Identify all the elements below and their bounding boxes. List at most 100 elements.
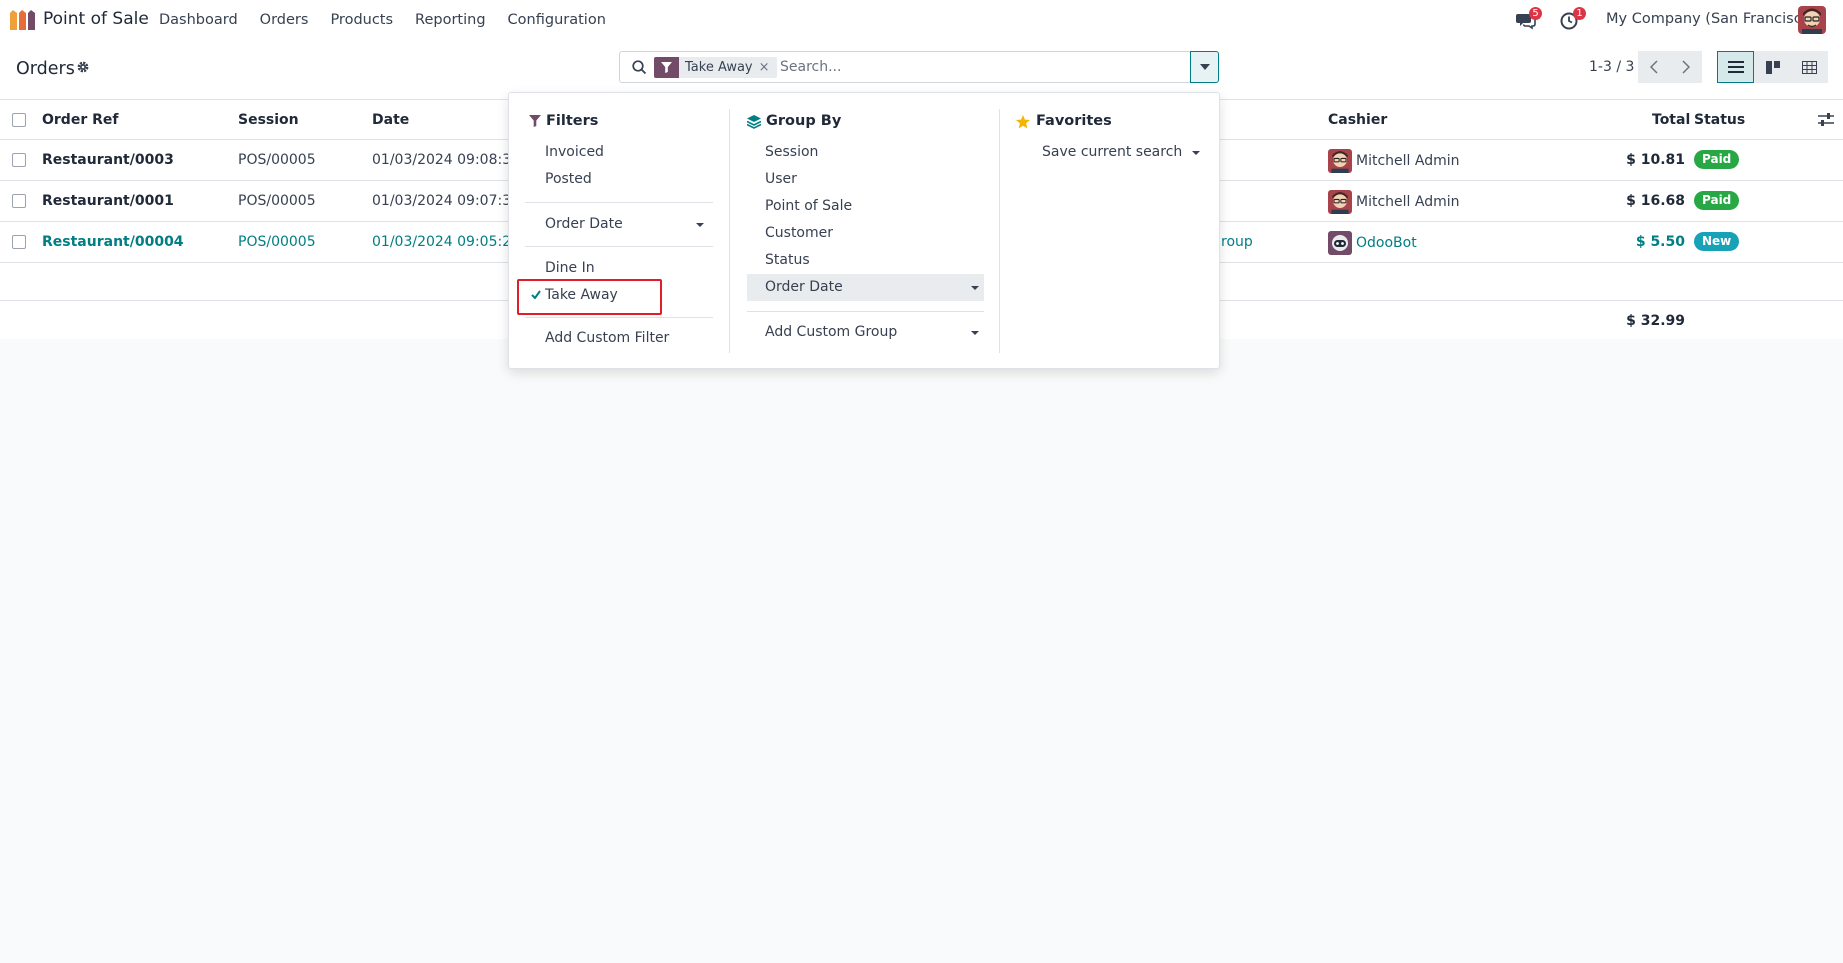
kanban-view-button[interactable] (1754, 51, 1791, 83)
list-view-button[interactable] (1717, 51, 1754, 83)
search-bar: Take Away × (619, 51, 1191, 83)
column-total[interactable]: Total (1652, 112, 1690, 128)
cell-session: POS/00005 (238, 234, 316, 250)
highlight-box (517, 279, 662, 315)
menu-orders[interactable]: Orders (249, 0, 320, 40)
pager-next-button[interactable] (1670, 51, 1702, 83)
filter-icon (654, 57, 679, 78)
favorites-title: Favorites (1016, 113, 1112, 129)
menu-reporting[interactable]: Reporting (404, 0, 497, 40)
row-checkbox[interactable] (12, 153, 26, 167)
filter-icon (529, 115, 541, 127)
odoobot-avatar (1328, 231, 1352, 255)
messages-button[interactable]: 5 (1516, 7, 1542, 30)
filter-dine-in[interactable]: Dine In (545, 255, 595, 282)
list-view-icon (1727, 61, 1744, 73)
cashier-name: Mitchell Admin (1356, 153, 1460, 169)
caret-down-icon (971, 286, 979, 290)
group-by-session[interactable]: Session (765, 139, 818, 166)
cashier-name: Mitchell Admin (1356, 194, 1460, 210)
cell-total: $ 5.50 (1635, 234, 1685, 250)
page-title: Orders (16, 59, 75, 79)
main-menu: Dashboard Orders Products Reporting Conf… (148, 0, 617, 40)
divider (525, 202, 713, 203)
search-input[interactable] (780, 56, 1180, 78)
group-by-customer[interactable]: Customer (765, 220, 833, 247)
column-settings-icon[interactable] (1818, 113, 1834, 127)
cell-session: POS/00005 (238, 193, 316, 209)
save-current-search[interactable]: Save current search (1042, 139, 1182, 166)
user-avatar[interactable] (1798, 6, 1826, 34)
caret-down-icon (1192, 151, 1200, 155)
search-options-toggle[interactable] (1190, 51, 1219, 83)
pivot-view-button[interactable] (1791, 51, 1828, 83)
cell-date: 01/03/2024 09:07:30 (372, 193, 521, 209)
cell-order-ref: Restaurant/0001 (42, 193, 174, 209)
filter-invoiced[interactable]: Invoiced (545, 139, 604, 166)
cell-total: $ 16.68 (1626, 193, 1685, 209)
column-date[interactable]: Date (372, 112, 409, 128)
caret-down-icon (696, 223, 704, 227)
group-by-order-date[interactable]: Order Date (765, 274, 843, 301)
cell-cashier: Mitchell Admin (1328, 149, 1460, 173)
top-navbar: Point of Sale Dashboard Orders Products … (0, 0, 1843, 40)
pager-previous-button[interactable] (1638, 51, 1670, 83)
facet-remove-button[interactable]: × (759, 57, 777, 78)
select-all-checkbox[interactable] (12, 113, 26, 127)
search-icon (632, 60, 647, 75)
cell-date: 01/03/2024 09:08:31 (372, 152, 521, 168)
favorites-title-text: Favorites (1036, 113, 1112, 129)
app-name[interactable]: Point of Sale (43, 9, 149, 29)
filter-order-date[interactable]: Order Date (545, 211, 709, 238)
gear-icon[interactable] (76, 60, 90, 74)
menu-dashboard[interactable]: Dashboard (148, 0, 249, 40)
filter-posted[interactable]: Posted (545, 166, 592, 193)
layers-icon (747, 115, 761, 129)
add-custom-group[interactable]: Add Custom Group (765, 319, 897, 346)
cell-order-ref: Restaurant/0003 (42, 152, 174, 168)
company-switcher[interactable]: My Company (San Francisco) (1606, 11, 1816, 27)
group-by-title: Group By (747, 113, 841, 129)
facet-label: Take Away (685, 60, 753, 75)
status-badge: Paid (1694, 150, 1740, 169)
star-icon (1016, 115, 1030, 129)
column-session[interactable]: Session (238, 112, 299, 128)
cashier-avatar (1328, 149, 1352, 173)
divider (525, 317, 713, 318)
row-checkbox[interactable] (12, 235, 26, 249)
divider (525, 246, 713, 247)
kanban-view-icon (1765, 60, 1780, 74)
group-by-column: Group By Session User Point of Sale Cust… (730, 93, 1006, 370)
cell-date: 01/03/2024 09:05:26 (372, 234, 521, 250)
status-badge: Paid (1694, 191, 1740, 210)
filters-column: Filters Invoiced Posted Order Date Dine … (509, 93, 729, 370)
pager-value[interactable]: 1-3 / 3 (1589, 59, 1634, 75)
chevron-right-icon (1682, 60, 1690, 74)
chevron-left-icon (1650, 60, 1658, 74)
add-custom-filter[interactable]: Add Custom Filter (545, 325, 669, 352)
cell-total: $ 10.81 (1626, 152, 1685, 168)
search-facet-take-away: Take Away × (654, 57, 777, 78)
activities-button[interactable]: 1 (1560, 7, 1586, 30)
cell-order-ref: Restaurant/00004 (42, 234, 184, 250)
row-checkbox[interactable] (12, 194, 26, 208)
caret-down-icon (1199, 64, 1210, 70)
group-by-user[interactable]: User (765, 166, 797, 193)
favorites-column: Favorites Save current search (1000, 93, 1220, 370)
cell-cashier: OdooBot (1328, 231, 1417, 255)
messages-badge: 5 (1529, 7, 1542, 20)
status-badge: New (1694, 232, 1740, 251)
grand-total: $ 32.99 (1626, 313, 1685, 329)
group-by-status[interactable]: Status (765, 247, 810, 274)
group-by-point-of-sale[interactable]: Point of Sale (765, 193, 852, 220)
cell-partial-text: roup (1221, 234, 1253, 250)
divider (747, 311, 984, 312)
menu-products[interactable]: Products (319, 0, 404, 40)
menu-configuration[interactable]: Configuration (497, 0, 617, 40)
column-cashier[interactable]: Cashier (1328, 112, 1387, 128)
pos-app-icon[interactable] (10, 10, 36, 30)
column-status[interactable]: Status (1694, 112, 1745, 128)
cell-cashier: Mitchell Admin (1328, 190, 1460, 214)
column-order-ref[interactable]: Order Ref (42, 112, 118, 128)
filter-order-date-label: Order Date (545, 216, 623, 232)
